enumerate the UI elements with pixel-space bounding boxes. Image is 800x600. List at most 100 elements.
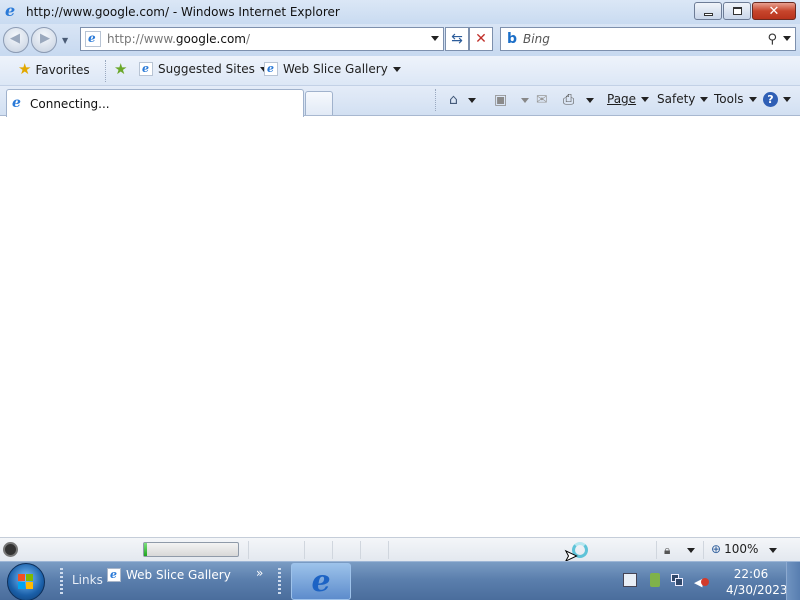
feeds-button[interactable]: ▣ [494,92,530,108]
start-button[interactable] [7,563,45,600]
mail-icon: ✉ [536,92,548,108]
address-prefix: http://www. [107,32,176,46]
protected-mode-icon[interactable]: 🔒︎ [664,543,670,558]
print-dropdown-icon[interactable] [586,97,595,103]
status-divider [360,541,361,559]
feeds-dropdown-icon[interactable] [521,97,530,103]
suggested-sites-icon: e [139,62,153,76]
toolbar-overflow-chevron-icon[interactable]: » [256,566,263,580]
zoom-level-button[interactable]: ⊕ 100% [711,542,758,556]
tray-action-center-icon[interactable] [623,573,637,587]
home-button[interactable]: ⌂ [449,92,476,108]
suggested-sites-button[interactable]: e Suggested Sites [139,62,268,76]
recent-pages-dropdown-icon[interactable]: ▼ [62,36,68,45]
home-dropdown-icon[interactable] [467,97,476,103]
separator [105,60,106,82]
toolbar-grip[interactable] [278,568,281,596]
search-icon[interactable]: ⚲ [767,32,777,47]
address-text[interactable]: http://www.google.com/ [107,32,250,46]
separator [435,89,436,111]
tools-menu[interactable]: Tools [714,92,757,106]
favorites-button[interactable]: ★ Favorites [18,62,90,77]
print-button[interactable]: ⎙ [563,92,595,108]
status-divider [332,541,333,559]
web-slice-gallery-button[interactable]: e Web Slice Gallery [264,62,401,76]
page-content-area[interactable] [0,117,800,537]
clock-time: 22:06 [733,567,769,581]
windows-logo-icon [18,574,34,590]
tab-active[interactable]: e Connecting... [6,89,304,117]
safety-dropdown-icon [700,96,709,102]
safety-menu[interactable]: Safety [657,92,709,106]
page-load-progress-bar [143,542,239,557]
close-icon: ✕ [768,3,780,19]
clock-date: 4/30/2023 [726,583,788,597]
minimize-icon [703,12,713,16]
zoom-magnifier-icon: ⊕ [711,542,722,556]
window-title: http://www.google.com/ - Windows Interne… [26,5,340,19]
tools-menu-label: Tools [714,92,744,106]
taskbar-internet-explorer-button[interactable]: e [291,563,351,600]
new-tab-button[interactable] [305,91,333,115]
toolbar-grip[interactable] [60,568,63,596]
web-slice-gallery-link-icon: e [107,568,121,582]
help-dropdown-icon [783,97,791,102]
address-suffix: / [246,32,251,46]
stop-icon: ✕ [475,31,487,47]
refresh-button[interactable]: ⇆ [445,27,469,51]
web-slice-gallery-label: Web Slice Gallery [283,62,388,76]
status-divider [656,541,657,559]
address-dropdown-icon[interactable] [431,36,439,41]
add-favorite-star-icon: ★ [114,60,128,78]
tray-clock[interactable]: 22:06 4/30/2023 [726,566,788,598]
protected-mode-dropdown-icon[interactable] [687,548,695,553]
zoom-dropdown-icon[interactable] [769,548,777,553]
favorites-star-icon: ★ [18,60,32,78]
title-bar: e http://www.google.com/ - Windows Inter… [0,0,800,24]
search-placeholder: Bing [523,32,550,46]
web-slice-gallery-icon: e [264,62,278,76]
help-menu[interactable]: ? [763,92,791,107]
status-divider [703,541,704,559]
printer-icon: ⎙ [563,92,575,108]
rss-feed-icon: ▣ [494,92,508,108]
minimize-button[interactable] [694,2,722,20]
forward-button[interactable]: ▶ [31,27,57,53]
safety-menu-label: Safety [657,92,696,106]
tray-volume-muted-icon[interactable]: ◀ [694,573,709,589]
show-desktop-button[interactable] [786,562,800,600]
search-box[interactable]: b Bing ⚲ [500,27,796,51]
web-slice-gallery-dropdown-icon [392,66,401,72]
tray-security-icon[interactable] [646,573,660,587]
back-button[interactable]: ◀ [3,27,29,53]
address-field[interactable]: e http://www.google.com/ [80,27,444,51]
search-options-dropdown-icon[interactable] [783,36,791,41]
tab-label: Connecting... [30,96,110,111]
home-icon: ⌂ [449,92,458,108]
status-divider [248,541,249,559]
taskbar-web-slice-gallery-link[interactable]: e Web Slice Gallery [107,568,231,582]
read-mail-button[interactable]: ✉ [536,92,548,108]
status-divider [388,541,389,559]
ie-logo-icon: e [5,1,16,20]
favorites-label: Favorites [35,62,90,77]
status-bar: ➤ 🔒︎ ⊕ 100% [0,537,800,566]
refresh-icon: ⇆ [451,31,463,47]
bing-logo-icon: b [507,31,518,47]
restore-icon [732,7,742,15]
close-button[interactable]: ✕ [752,2,796,20]
internet-explorer-icon: e [311,563,331,599]
page-menu[interactable]: Page [607,92,650,106]
navigation-bar: ◀ ▶ ▼ e http://www.google.com/ ⇆ ✕ b Bin… [0,24,800,56]
taskbar-web-slice-gallery-label: Web Slice Gallery [126,568,231,582]
tools-dropdown-icon [748,96,757,102]
restore-button[interactable] [723,2,751,20]
links-toolbar-label[interactable]: Links [72,573,103,587]
back-arrow-icon: ◀ [10,31,20,46]
stop-button[interactable]: ✕ [469,27,493,51]
tab-bar: e Connecting... ⌂ ▣ ✉ ⎙ Page Safety Tool… [0,86,800,117]
favorites-bar: ★ Favorites ★ e Suggested Sites e Web Sl… [0,56,800,86]
add-to-favorites-bar-button[interactable]: ★ [114,62,131,77]
tray-network-icon[interactable] [670,573,684,587]
address-domain: google.com [175,32,246,46]
